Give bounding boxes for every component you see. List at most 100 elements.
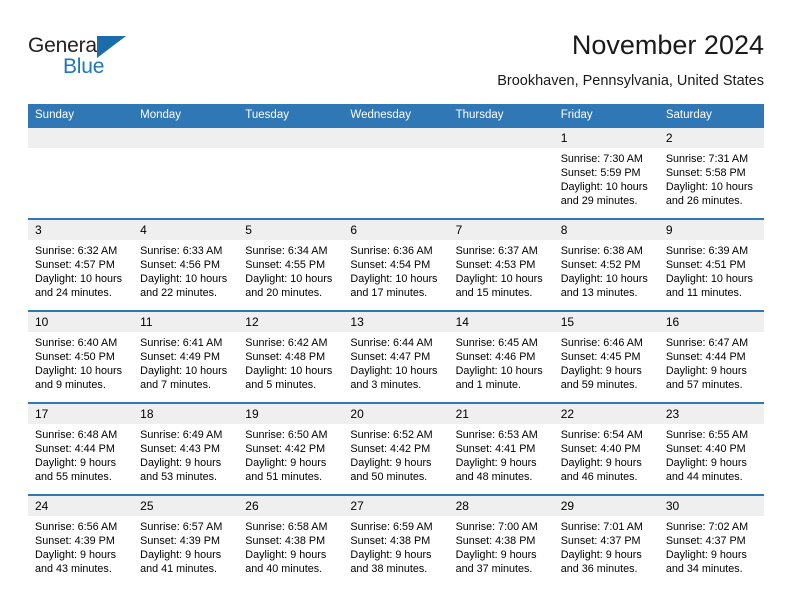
sunset-text: Sunset: 4:41 PM <box>455 443 536 456</box>
calendar-body: 1 Sunrise: 7:30 AM Sunset: 5:59 PM Daylight… <box>28 128 764 586</box>
calendar-day-cell[interactable]: 22 Sunrise: 6:54 AM Sunset: 4:40 PM Dayligh… <box>553 402 659 495</box>
calendar-table: Sunday Monday Tuesday Wednesday Thursday… <box>28 104 764 586</box>
daylight-text: Daylight: 10 hours and 3 minutes. <box>350 365 438 392</box>
sunset-text: Sunset: 4:54 PM <box>350 259 431 272</box>
day-cell-details <box>343 148 448 218</box>
day-number: 14 <box>448 312 554 332</box>
sunset-text: Sunset: 4:51 PM <box>665 259 746 272</box>
calendar-day-cell[interactable]: 5 Sunrise: 6:34 AM Sunset: 4:55 PM Daylight… <box>238 218 344 311</box>
sunset-text: Sunset: 4:39 PM <box>35 535 115 548</box>
general-blue-logo[interactable]: General Blue <box>28 34 208 86</box>
day-number: 24 <box>28 496 134 516</box>
sunset-text: Sunset: 4:47 PM <box>350 351 431 364</box>
calendar-day-cell[interactable]: 1 Sunrise: 7:30 AM Sunset: 5:59 PM Daylight… <box>553 128 659 219</box>
calendar-day-cell[interactable]: 19 Sunrise: 6:50 AM Sunset: 4:42 PM Dayligh… <box>238 402 344 495</box>
sunrise-text: Sunrise: 6:49 AM <box>140 429 223 441</box>
day-number <box>448 128 554 148</box>
calendar-day-cell[interactable]: 23 Sunrise: 6:55 AM Sunset: 4:40 PM Dayligh… <box>658 402 764 495</box>
calendar-day-cell[interactable]: 26 Sunrise: 6:58 AM Sunset: 4:38 PM Dayligh… <box>238 494 344 586</box>
sunset-text: Sunset: 4:40 PM <box>665 443 746 456</box>
weekday-header-monday: Monday <box>133 104 239 128</box>
calendar-day-cell[interactable]: 7 Sunrise: 6:37 AM Sunset: 4:53 PM Daylight… <box>448 218 554 311</box>
calendar-day-cell[interactable]: 21 Sunrise: 6:53 AM Sunset: 4:41 PM Dayligh… <box>448 402 554 495</box>
calendar-day-cell-empty <box>343 128 449 219</box>
daylight-text: Daylight: 9 hours and 36 minutes. <box>560 549 642 576</box>
day-cell-details: Sunrise: 6:34 AM Sunset: 4:55 PM Daylight:… <box>238 240 343 310</box>
day-number: 19 <box>238 404 344 424</box>
daylight-text: Daylight: 10 hours and 17 minutes. <box>350 273 438 300</box>
calendar-day-cell[interactable]: 28 Sunrise: 7:00 AM Sunset: 4:38 PM Dayligh… <box>448 494 554 586</box>
day-cell-details: Sunrise: 6:52 AM Sunset: 4:42 PM Daylight:… <box>343 424 448 494</box>
day-cell-details: Sunrise: 6:47 AM Sunset: 4:44 PM Daylight:… <box>659 332 764 402</box>
calendar-day-cell[interactable]: 8 Sunrise: 6:38 AM Sunset: 4:52 PM Daylight… <box>553 218 659 311</box>
calendar-day-cell[interactable]: 10 Sunrise: 6:40 AM Sunset: 4:50 PM Dayligh… <box>28 310 134 403</box>
sunset-text: Sunset: 4:55 PM <box>245 259 326 272</box>
calendar-day-cell[interactable]: 11 Sunrise: 6:41 AM Sunset: 4:49 PM Dayligh… <box>133 310 239 403</box>
calendar-day-cell[interactable]: 24 Sunrise: 6:56 AM Sunset: 4:39 PM Dayligh… <box>28 494 134 586</box>
daylight-text: Daylight: 9 hours and 57 minutes. <box>665 365 747 392</box>
day-cell-details: Sunrise: 6:44 AM Sunset: 4:47 PM Daylight:… <box>343 332 448 402</box>
calendar-day-cell[interactable]: 27 Sunrise: 6:59 AM Sunset: 4:38 PM Dayligh… <box>343 494 449 586</box>
day-number: 2 <box>658 128 764 148</box>
day-cell-details: Sunrise: 6:54 AM Sunset: 4:40 PM Daylight:… <box>554 424 659 494</box>
day-number: 26 <box>238 496 344 516</box>
day-number: 3 <box>28 220 134 240</box>
sunrise-text: Sunrise: 6:56 AM <box>35 521 118 533</box>
daylight-text: Daylight: 10 hours and 26 minutes. <box>665 181 753 208</box>
calendar-day-cell[interactable]: 12 Sunrise: 6:42 AM Sunset: 4:48 PM Dayligh… <box>238 310 344 403</box>
sunrise-text: Sunrise: 6:41 AM <box>140 337 223 349</box>
sunrise-text: Sunrise: 6:53 AM <box>455 429 538 441</box>
sunrise-text: Sunrise: 6:44 AM <box>350 337 433 349</box>
day-number: 18 <box>133 404 239 424</box>
sunset-text: Sunset: 4:52 PM <box>560 259 641 272</box>
calendar-day-cell[interactable]: 3 Sunrise: 6:32 AM Sunset: 4:57 PM Daylight… <box>28 218 134 311</box>
weekday-header-saturday: Saturday <box>658 104 764 128</box>
day-cell-details: Sunrise: 7:30 AM Sunset: 5:59 PM Daylight:… <box>554 148 659 218</box>
sunrise-text: Sunrise: 6:57 AM <box>140 521 223 533</box>
day-number <box>133 128 239 148</box>
sunset-text: Sunset: 4:56 PM <box>140 259 220 272</box>
daylight-text: Daylight: 9 hours and 59 minutes. <box>560 365 642 392</box>
daylight-text: Daylight: 10 hours and 22 minutes. <box>140 273 228 300</box>
day-cell-details <box>449 148 554 218</box>
day-cell-details: Sunrise: 6:36 AM Sunset: 4:54 PM Daylight:… <box>343 240 448 310</box>
calendar-day-cell[interactable]: 14 Sunrise: 6:45 AM Sunset: 4:46 PM Dayligh… <box>448 310 554 403</box>
sunrise-text: Sunrise: 7:01 AM <box>560 521 643 533</box>
sunset-text: Sunset: 4:45 PM <box>560 351 641 364</box>
day-cell-details: Sunrise: 7:31 AM Sunset: 5:58 PM Daylight:… <box>659 148 764 218</box>
calendar-day-cell[interactable]: 13 Sunrise: 6:44 AM Sunset: 4:47 PM Dayligh… <box>343 310 449 403</box>
calendar-day-cell[interactable]: 9 Sunrise: 6:39 AM Sunset: 4:51 PM Daylight… <box>658 218 764 311</box>
day-cell-details: Sunrise: 6:46 AM Sunset: 4:45 PM Daylight:… <box>554 332 659 402</box>
daylight-text: Daylight: 9 hours and 34 minutes. <box>665 549 747 576</box>
sunset-text: Sunset: 4:50 PM <box>35 351 115 364</box>
sunset-text: Sunset: 4:44 PM <box>35 443 115 456</box>
sunrise-text: Sunrise: 7:02 AM <box>665 521 749 533</box>
sunrise-text: Sunrise: 6:33 AM <box>140 245 223 257</box>
sunset-text: Sunset: 4:43 PM <box>140 443 220 456</box>
day-number: 15 <box>553 312 659 332</box>
sunrise-text: Sunrise: 7:00 AM <box>455 521 538 533</box>
calendar-day-cell[interactable]: 4 Sunrise: 6:33 AM Sunset: 4:56 PM Daylight… <box>133 218 239 311</box>
calendar-day-cell[interactable]: 6 Sunrise: 6:36 AM Sunset: 4:54 PM Daylight… <box>343 218 449 311</box>
calendar-day-cell[interactable]: 25 Sunrise: 6:57 AM Sunset: 4:39 PM Dayligh… <box>133 494 239 586</box>
sunset-text: Sunset: 4:39 PM <box>140 535 220 548</box>
daylight-text: Daylight: 10 hours and 11 minutes. <box>665 273 753 300</box>
calendar-day-cell[interactable]: 17 Sunrise: 6:48 AM Sunset: 4:44 PM Dayligh… <box>28 402 134 495</box>
calendar-day-cell[interactable]: 15 Sunrise: 6:46 AM Sunset: 4:45 PM Dayligh… <box>553 310 659 403</box>
calendar-day-cell[interactable]: 2 Sunrise: 7:31 AM Sunset: 5:58 PM Daylight… <box>658 128 764 219</box>
weekday-header-friday: Friday <box>553 104 659 128</box>
day-number <box>28 128 134 148</box>
sunset-text: Sunset: 4:38 PM <box>350 535 431 548</box>
daylight-text: Daylight: 9 hours and 51 minutes. <box>245 457 327 484</box>
calendar-week-row: 17 Sunrise: 6:48 AM Sunset: 4:44 PM Dayligh… <box>28 402 764 495</box>
sunrise-text: Sunrise: 6:52 AM <box>350 429 433 441</box>
calendar-day-cell[interactable]: 16 Sunrise: 6:47 AM Sunset: 4:44 PM Dayligh… <box>658 310 764 403</box>
day-number: 22 <box>553 404 659 424</box>
sunset-text: Sunset: 4:42 PM <box>245 443 326 456</box>
calendar-day-cell[interactable]: 30 Sunrise: 7:02 AM Sunset: 4:37 PM Dayligh… <box>658 494 764 586</box>
day-cell-details <box>238 148 343 218</box>
calendar-day-cell[interactable]: 18 Sunrise: 6:49 AM Sunset: 4:43 PM Dayligh… <box>133 402 239 495</box>
calendar-day-cell[interactable]: 20 Sunrise: 6:52 AM Sunset: 4:42 PM Dayligh… <box>343 402 449 495</box>
weekday-header-thursday: Thursday <box>448 104 554 128</box>
calendar-day-cell[interactable]: 29 Sunrise: 7:01 AM Sunset: 4:37 PM Dayligh… <box>553 494 659 586</box>
